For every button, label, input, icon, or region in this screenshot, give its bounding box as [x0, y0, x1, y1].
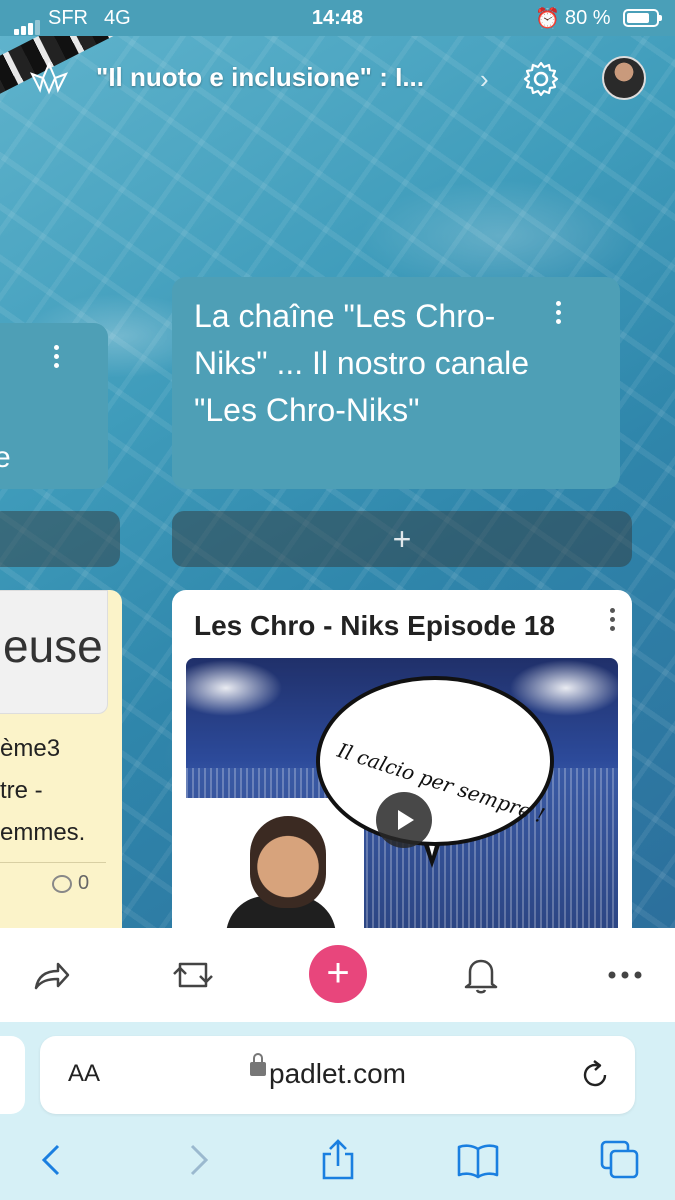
chevron-right-icon[interactable]: › — [480, 64, 489, 95]
share-sheet-icon[interactable] — [316, 1138, 360, 1182]
post-image-text: euse — [3, 620, 103, 672]
video-thumbnail[interactable]: Il calcio per sempre ! — [186, 658, 618, 948]
avatar[interactable] — [602, 56, 646, 100]
add-post-bar-left[interactable] — [0, 511, 120, 567]
column-menu-icon[interactable] — [556, 301, 562, 328]
column-title-fragment: e — [0, 441, 11, 474]
post-card-right[interactable]: Les Chro - Niks Episode 18 Il calcio per… — [172, 590, 632, 950]
character-face — [250, 816, 326, 908]
post-menu-icon[interactable] — [610, 608, 616, 635]
post-title: Les Chro - Niks Episode 18 — [194, 610, 555, 641]
post-card-left[interactable]: euse ème3 tre - emmes. 0 — [0, 590, 122, 950]
browser-chrome: AA padlet.com — [0, 1022, 675, 1200]
battery-percent: 80 % — [565, 7, 611, 29]
previous-tab-preview[interactable] — [0, 1036, 25, 1114]
address-bar[interactable]: AA padlet.com — [40, 1036, 635, 1114]
gear-icon[interactable] — [522, 60, 560, 98]
divider — [0, 862, 106, 863]
plus-icon: + — [392, 521, 412, 557]
post-image: euse — [0, 590, 108, 714]
post-line: ème3 — [0, 735, 61, 762]
battery-icon — [623, 9, 662, 27]
column-header-left[interactable]: e — [0, 323, 108, 489]
back-icon[interactable] — [30, 1138, 74, 1182]
column-title: La chaîne "Les Chro-Niks" ... Il nostro … — [194, 298, 530, 428]
bottom-toolbar: + — [0, 928, 675, 1023]
post-line: emmes. — [0, 819, 86, 846]
url-domain: padlet.com — [269, 1058, 406, 1089]
tabs-icon[interactable] — [598, 1138, 642, 1182]
column-menu-icon[interactable] — [54, 345, 60, 372]
column-header-right[interactable]: La chaîne "Les Chro-Niks" ... Il nostro … — [172, 277, 620, 489]
remake-icon[interactable] — [168, 950, 218, 1000]
padlet-logo-icon[interactable] — [28, 60, 70, 96]
comment-count: 0 — [78, 872, 90, 894]
more-icon[interactable] — [600, 950, 650, 1000]
status-bar: SFR 4G 14:48 ⏰ 80 % — [0, 0, 675, 36]
comment-button[interactable]: 0 — [52, 872, 89, 895]
post-body: ème3 tre - emmes. — [0, 728, 85, 854]
reload-icon[interactable] — [578, 1058, 612, 1092]
battery-fill — [627, 13, 649, 23]
comment-icon — [52, 874, 72, 893]
post-line: tre - — [0, 777, 43, 804]
add-post-button[interactable]: + — [309, 945, 367, 1003]
board-title[interactable]: "Il nuoto e inclusione" : I... — [96, 62, 476, 93]
play-icon[interactable] — [376, 792, 432, 848]
add-post-bar-right[interactable]: + — [172, 511, 632, 567]
bookmarks-icon[interactable] — [456, 1138, 500, 1182]
forward-icon[interactable] — [176, 1138, 220, 1182]
share-icon[interactable] — [26, 950, 76, 1000]
bell-icon[interactable] — [456, 950, 506, 1000]
alarm-icon: ⏰ — [535, 8, 560, 30]
